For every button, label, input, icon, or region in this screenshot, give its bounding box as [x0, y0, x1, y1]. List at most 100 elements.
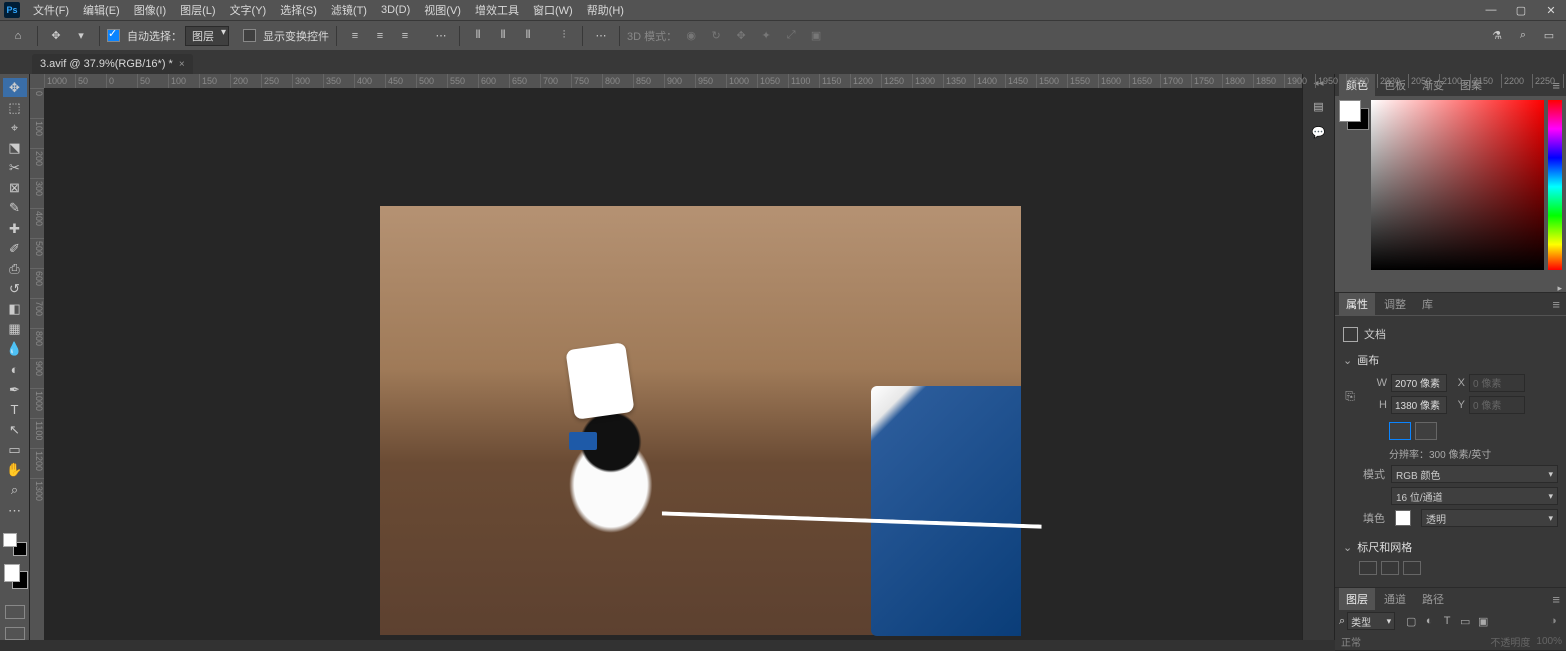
search-icon[interactable]: ⌕ [1512, 25, 1534, 47]
align-vcenter-icon[interactable]: ⫴ [492, 25, 514, 47]
tab-properties[interactable]: 属性 [1339, 293, 1375, 315]
more-icon[interactable]: ⋯ [590, 25, 612, 47]
filter-shape-icon[interactable]: ▭ [1457, 613, 1473, 629]
brush-tool[interactable]: ✐ [3, 239, 27, 258]
quick-select-tool[interactable]: ⬔ [3, 138, 27, 157]
hand-tool[interactable]: ✋ [3, 461, 27, 480]
distribute-icon[interactable]: ⋯ [430, 25, 452, 47]
menu-help[interactable]: 帮助(H) [580, 0, 631, 21]
menu-select[interactable]: 选择(S) [273, 0, 324, 21]
close-icon[interactable]: ✕ [1536, 0, 1566, 20]
zoom-tool[interactable]: ⌕ [3, 481, 27, 500]
guides-icon[interactable] [1403, 561, 1421, 575]
canvas-section-title[interactable]: 画布 [1343, 352, 1558, 368]
link-wh-icon[interactable]: ⎘ [1343, 382, 1357, 410]
screen-mode-icon[interactable] [5, 627, 25, 640]
quick-mask-icon[interactable] [5, 605, 25, 618]
menu-filter[interactable]: 滤镜(T) [324, 0, 374, 21]
tab-paths[interactable]: 路径 [1415, 588, 1451, 610]
eraser-tool[interactable]: ◧ [3, 300, 27, 319]
panel-menu-icon[interactable]: ≡ [1546, 297, 1566, 312]
bit-depth-select[interactable]: 16 位/通道 [1391, 487, 1558, 505]
filter-smart-icon[interactable]: ▣ [1475, 613, 1491, 629]
color-mode-select[interactable]: RGB 颜色 [1391, 465, 1558, 483]
orbit-3d-icon[interactable]: ◉ [680, 25, 702, 47]
camera-3d-icon[interactable]: ▣ [805, 25, 827, 47]
zoom-3d-icon[interactable]: ⤢ [780, 25, 802, 47]
blend-mode-display[interactable]: 正常 [1341, 634, 1484, 649]
distribute-v-icon[interactable]: ⫶ [553, 25, 575, 47]
color-picker[interactable] [1371, 100, 1544, 270]
orient-landscape-icon[interactable] [1415, 422, 1437, 440]
menu-file[interactable]: 文件(F) [26, 0, 76, 21]
fill-swatch[interactable] [1395, 510, 1411, 526]
stamp-tool[interactable]: ⎙ [3, 259, 27, 278]
menu-view[interactable]: 视图(V) [417, 0, 468, 21]
menu-3d[interactable]: 3D(D) [374, 1, 417, 19]
color-swatches-mini[interactable] [3, 533, 27, 556]
ruler-grid-section-title[interactable]: 标尺和网格 [1343, 539, 1558, 555]
minimize-icon[interactable]: — [1476, 0, 1506, 20]
marquee-tool[interactable]: ⬚ [3, 98, 27, 117]
slide-3d-icon[interactable]: ✦ [755, 25, 777, 47]
path-select-tool[interactable]: ↖ [3, 420, 27, 439]
tab-libraries[interactable]: 库 [1415, 293, 1440, 315]
show-transform-checkbox[interactable] [243, 29, 256, 42]
pen-tool[interactable]: ✒ [3, 380, 27, 399]
frame-tool[interactable]: ⊠ [3, 179, 27, 198]
gradient-tool[interactable]: ▦ [3, 320, 27, 339]
tab-layers[interactable]: 图层 [1339, 588, 1375, 610]
filter-pixel-icon[interactable]: ▢ [1403, 613, 1419, 629]
align-right-icon[interactable]: ≡ [394, 25, 416, 47]
pan-3d-icon[interactable]: ✥ [730, 25, 752, 47]
chevron-down-icon[interactable]: ▾ [70, 25, 92, 47]
filter-toggle-icon[interactable]: ◑ [1550, 615, 1562, 627]
type-tool[interactable]: T [3, 400, 27, 419]
roll-3d-icon[interactable]: ↻ [705, 25, 727, 47]
edit-toolbar[interactable]: ⋯ [3, 501, 27, 520]
maximize-icon[interactable]: ▢ [1506, 0, 1536, 20]
menu-plugins[interactable]: 增效工具 [468, 0, 526, 21]
heal-tool[interactable]: ✚ [3, 219, 27, 238]
opacity-value[interactable]: 100% [1536, 636, 1562, 647]
home-icon[interactable]: ⌂ [6, 25, 30, 47]
layer-filter[interactable]: ⌕类型 [1339, 612, 1395, 630]
menu-window[interactable]: 窗口(W) [526, 0, 580, 21]
ruler-horizontal[interactable]: 1000500501001502002503003504004505005506… [30, 74, 1302, 88]
filter-type-icon[interactable]: T [1439, 613, 1455, 629]
color-swatches[interactable] [4, 564, 26, 585]
menu-type[interactable]: 文字(Y) [223, 0, 274, 21]
align-top-icon[interactable]: ⫴ [467, 25, 489, 47]
auto-select-checkbox[interactable] [107, 29, 120, 42]
dodge-tool[interactable]: ◐ [3, 360, 27, 379]
hue-slider[interactable] [1548, 100, 1562, 270]
document-tab[interactable]: 3.avif @ 37.9%(RGB/16*) * × [32, 54, 193, 74]
crop-tool[interactable]: ✂ [3, 159, 27, 178]
orient-portrait-icon[interactable] [1389, 422, 1411, 440]
grid-icon[interactable] [1381, 561, 1399, 575]
ruler-unit-icon[interactable] [1359, 561, 1377, 575]
auto-select-target[interactable]: 图层 [185, 26, 229, 46]
height-input[interactable]: 1380 像素 [1391, 396, 1447, 414]
color-fg-bg-swatches[interactable] [1339, 100, 1367, 280]
history-brush-tool[interactable]: ↺ [3, 279, 27, 298]
align-bottom-icon[interactable]: ⫴ [517, 25, 539, 47]
menu-layer[interactable]: 图层(L) [173, 0, 222, 21]
move-tool-icon[interactable]: ✥ [45, 25, 67, 47]
blur-tool[interactable]: 💧 [3, 340, 27, 359]
tab-close-icon[interactable]: × [179, 59, 185, 70]
canvas[interactable] [44, 88, 1302, 640]
workspace-icon[interactable]: ▭ [1538, 25, 1560, 47]
width-input[interactable]: 2070 像素 [1391, 374, 1447, 392]
ruler-vertical[interactable]: 0100200300400500600700800900100011001200… [30, 88, 44, 640]
history-panel-icon[interactable]: ▤ [1309, 97, 1329, 115]
align-left-icon[interactable]: ≡ [344, 25, 366, 47]
tab-adjustments[interactable]: 调整 [1377, 293, 1413, 315]
comments-panel-icon[interactable]: 💬 [1309, 123, 1329, 141]
shape-tool[interactable]: ▭ [3, 441, 27, 460]
fill-select[interactable]: 透明 [1421, 509, 1558, 527]
align-hcenter-icon[interactable]: ≡ [369, 25, 391, 47]
menu-edit[interactable]: 编辑(E) [76, 0, 127, 21]
panel-menu-icon[interactable]: ≡ [1546, 592, 1566, 607]
move-tool[interactable]: ✥ [3, 78, 27, 97]
